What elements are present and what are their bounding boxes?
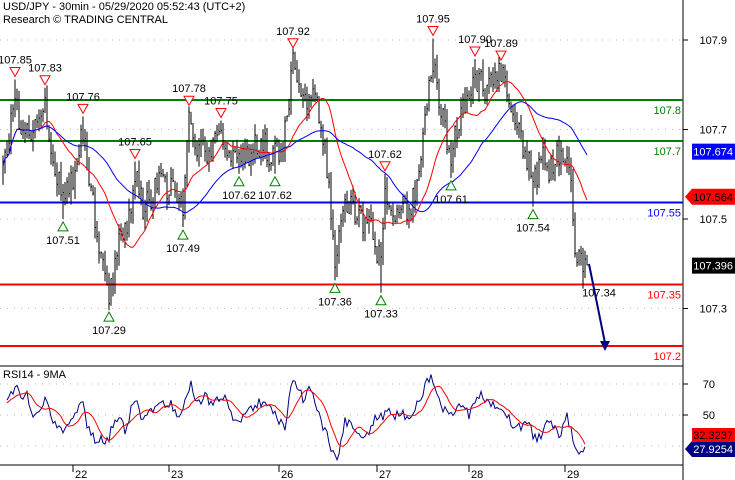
swing-low-marker-icon	[57, 220, 69, 232]
swing-high-label: 107.76	[66, 91, 100, 103]
swing-high-label: 107.95	[416, 14, 450, 26]
swing-low-label: 107.29	[92, 325, 126, 337]
price-tick-label: 107.9	[699, 35, 727, 47]
chart-credit: Research © TRADING CENTRAL	[3, 14, 168, 26]
time-tick-label: 22	[75, 469, 87, 480]
swing-low-label: 107.62	[258, 190, 292, 202]
swing-low-label: 107.36	[318, 296, 352, 308]
level-label: 107.2	[653, 351, 681, 363]
level-label: 107.55	[647, 208, 681, 220]
projection-arrow-line	[588, 263, 606, 344]
time-tick-label: 29	[567, 469, 579, 480]
rsi-tick-label: 70	[703, 379, 715, 391]
price-tag-pointer-icon	[685, 188, 692, 205]
swing-high-label: 107.78	[172, 83, 206, 95]
swing-low-label: 107.34	[582, 288, 616, 300]
chart-canvas: 107.9 107.7 107.5 107.3 107.8 107.7 107.55 107.…	[0, 0, 735, 480]
swing-low-marker-icon	[103, 311, 115, 322]
swing-low-label: 107.61	[434, 194, 468, 206]
swing-high-marker-icon	[469, 46, 481, 58]
swing-high-marker-icon	[129, 149, 141, 160]
price-tag-label: 107.674	[693, 147, 733, 159]
swing-low-marker-icon	[269, 175, 281, 187]
swing-low-marker-icon	[375, 294, 387, 306]
rsi-line	[6, 374, 586, 462]
swing-high-marker-icon	[495, 50, 507, 62]
swing-low-label: 107.54	[516, 223, 550, 235]
rsi-tag-label: 27.9254	[693, 444, 733, 456]
swing-high-marker-icon	[77, 103, 89, 115]
swing-high-label: 107.89	[484, 38, 518, 50]
rsi-tick-label: 50	[703, 410, 715, 422]
swing-low-label: 107.51	[46, 235, 80, 247]
price-tag-label: 107.396	[693, 261, 733, 273]
swing-high-marker-icon	[427, 26, 439, 37]
swing-high-marker-icon	[39, 75, 51, 86]
price-tick-label: 107.3	[699, 304, 727, 316]
swing-high-marker-icon	[9, 67, 21, 78]
price-tick-label: 107.7	[699, 125, 727, 137]
swing-high-marker-icon	[215, 108, 227, 119]
swing-high-label: 107.62	[368, 149, 402, 161]
time-tick-label: 27	[379, 469, 391, 480]
swing-high-label: 107.65	[118, 137, 152, 149]
moving-average-fast	[2, 81, 588, 248]
moving-average-slow	[2, 101, 588, 214]
swing-low-label: 107.33	[364, 309, 398, 321]
chart-title: USD/JPY - 30min - 05/29/2020 05:52:43 (U…	[3, 1, 246, 13]
swing-high-label: 107.92	[276, 26, 310, 38]
swing-low-marker-icon	[527, 208, 539, 220]
swing-low-marker-icon	[445, 179, 457, 191]
rsi-tag-label: 32.3237	[693, 430, 733, 442]
swing-high-label: 107.83	[28, 63, 62, 75]
time-tick-label: 23	[171, 469, 183, 480]
time-tick-label: 28	[471, 469, 483, 480]
swing-low-label: 107.49	[166, 243, 200, 255]
swing-high-marker-icon	[287, 38, 299, 49]
swing-low-marker-icon	[177, 229, 189, 240]
swing-high-label: 107.75	[204, 96, 238, 108]
rsi-tag-pointer-icon	[685, 441, 692, 457]
rsi-title: RSI14 - 9MA	[3, 369, 67, 381]
price-tick-label: 107.5	[699, 214, 727, 226]
level-label: 107.7	[653, 146, 681, 158]
swing-high-marker-icon	[379, 161, 391, 172]
level-label: 107.35	[647, 290, 681, 302]
swing-low-label: 107.62	[222, 190, 256, 202]
swing-low-marker-icon	[233, 175, 245, 187]
swing-high-label: 107.85	[0, 55, 32, 67]
time-tick-label: 26	[281, 469, 293, 480]
price-tag-label: 107.564	[693, 192, 733, 204]
level-label: 107.8	[653, 105, 681, 117]
